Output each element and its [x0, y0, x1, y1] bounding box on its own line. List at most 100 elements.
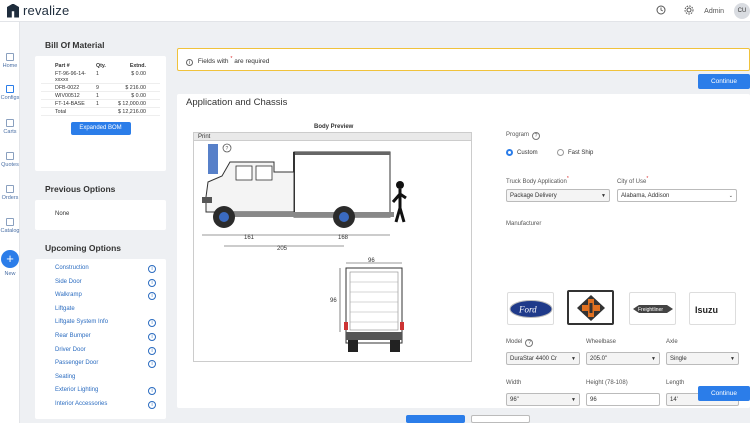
bom-table: Part # Qty. Extnd. FT-96-96-14-xxxxx 1 $ 0… — [41, 62, 160, 116]
bom-qty: 1 — [96, 70, 109, 84]
upcoming-option-label[interactable]: Liftgate — [55, 306, 75, 312]
chevron-down-icon: ⌄ — [728, 193, 733, 199]
list-item[interactable]: Interior Accessories i — [55, 400, 166, 415]
nav-carts[interactable]: Carts — [0, 119, 20, 135]
list-item[interactable]: Liftgate System Info i — [55, 319, 166, 333]
upcoming-option-label[interactable]: Passenger Door — [55, 360, 98, 366]
secondary-button-partial[interactable] — [471, 415, 530, 423]
radio-custom[interactable]: Custom — [506, 149, 538, 156]
clock-icon[interactable] — [656, 5, 666, 17]
list-item[interactable]: Seating — [55, 374, 166, 388]
upcoming-option-label[interactable]: Seating — [55, 374, 75, 380]
orders-icon — [6, 185, 14, 193]
city-value: Alabama, Addison — [621, 193, 670, 199]
upcoming-option-label[interactable]: Liftgate System Info — [55, 319, 108, 325]
axle-label: Axle — [666, 339, 678, 345]
bom-col-qty: Qty. — [96, 63, 106, 69]
upcoming-option-label[interactable]: Construction — [55, 265, 89, 271]
nav-quotes[interactable]: Quotes — [0, 152, 20, 168]
catalog-icon — [6, 218, 14, 226]
info-icon[interactable]: i — [148, 346, 156, 355]
gear-icon[interactable] — [684, 5, 694, 17]
width-label: Width — [506, 380, 522, 386]
info-icon[interactable]: i — [148, 400, 156, 409]
axle-select[interactable]: Single ▼ — [666, 352, 739, 365]
truck-body-select[interactable]: Package Delivery ▼ — [506, 189, 610, 202]
brand-logo[interactable]: revalize — [7, 3, 69, 18]
nav-configs[interactable]: Configs — [0, 85, 20, 101]
bom-qty: 1 — [96, 99, 109, 108]
continue-button-top[interactable]: Continue — [698, 74, 750, 89]
height-input[interactable]: 96 — [586, 393, 660, 406]
info-icon[interactable]: i — [148, 319, 156, 328]
back-button-partial[interactable] — [406, 415, 465, 423]
upcoming-option-label[interactable]: Interior Accessories — [55, 401, 107, 407]
bom-title: Bill Of Material — [45, 40, 105, 50]
upcoming-option-label[interactable]: Walkramp — [55, 292, 82, 298]
bom-qty: 9 — [96, 83, 109, 92]
wheelbase-select[interactable]: 205.0" ▼ — [586, 352, 660, 365]
list-item[interactable]: Walkramp i — [55, 292, 166, 306]
previous-options-title: Previous Options — [45, 184, 116, 194]
info-icon[interactable]: i — [148, 387, 156, 396]
new-button[interactable]: + — [1, 250, 19, 268]
continue-button-bottom[interactable]: Continue — [698, 386, 750, 401]
bom-total-value: $ 12,216.00 — [108, 107, 160, 116]
city-select[interactable]: Alabama, Addison ⌄ — [617, 189, 737, 202]
manufacturer-freightliner[interactable]: Freightliner — [629, 292, 676, 325]
top-right-controls: Admin CU — [656, 3, 750, 19]
upcoming-option-label[interactable]: Side Door — [55, 279, 82, 285]
radio-fast-ship[interactable]: Fast Ship — [557, 149, 593, 156]
list-item[interactable]: Side Door i — [55, 278, 166, 293]
bom-card: Part # Qty. Extnd. FT-96-96-14-xxxxx 1 $ 0… — [35, 56, 166, 171]
nav-label: Quotes — [1, 162, 19, 168]
bom-part: FT-14-BASE — [41, 99, 96, 108]
ford-logo-icon: Ford — [509, 299, 552, 318]
height-value: 96 — [590, 397, 597, 403]
dim-rear-width: 96 — [368, 258, 375, 264]
help-icon[interactable]: ? — [532, 132, 541, 140]
list-item[interactable]: Rear Bumper i — [55, 332, 166, 347]
expanded-bom-button[interactable]: Expanded BOM — [70, 122, 131, 135]
nav-orders[interactable]: Orders — [0, 185, 20, 201]
upcoming-option-label[interactable]: Exterior Lighting — [55, 387, 98, 393]
list-item[interactable]: Passenger Door i — [55, 360, 166, 374]
table-row: DFB-0022 9 $ 216.00 — [41, 83, 160, 92]
list-item[interactable]: Construction i — [55, 265, 166, 279]
info-icon[interactable]: i — [148, 360, 156, 369]
list-item[interactable]: Driver Door i — [55, 346, 166, 361]
manufacturer-ford[interactable]: Ford — [507, 292, 554, 325]
upcoming-option-label[interactable]: Driver Door — [55, 347, 86, 353]
quotes-icon — [6, 152, 14, 160]
bom-part: FT-96-96-14-xxxxx — [41, 70, 96, 84]
info-icon[interactable]: i — [148, 265, 156, 273]
nav-label: Home — [2, 63, 18, 69]
truck-rear-view: 96 96 — [330, 258, 404, 352]
chevron-down-icon: ▼ — [601, 193, 606, 199]
info-icon[interactable]: i — [148, 332, 156, 341]
top-bar: revalize Admin CU — [0, 0, 750, 22]
nav-label: Catalog — [0, 228, 20, 234]
manufacturer-international[interactable] — [567, 290, 614, 325]
manufacturer-isuzu[interactable]: Isuzu — [689, 292, 736, 325]
isuzu-logo-text: Isuzu — [695, 305, 718, 315]
list-item[interactable]: Exterior Lighting i — [55, 387, 166, 401]
width-select[interactable]: 96" ▼ — [506, 393, 580, 406]
ford-logo-text: Ford — [518, 304, 537, 314]
info-icon[interactable]: i — [148, 278, 156, 287]
preview-header-bar: Print — [194, 133, 471, 141]
nav-home[interactable]: Home — [0, 53, 20, 69]
upcoming-option-label[interactable]: Rear Bumper — [55, 333, 91, 339]
print-button[interactable]: Print — [198, 133, 210, 141]
list-item[interactable]: Liftgate — [55, 306, 166, 320]
help-icon[interactable]: ? — [525, 339, 534, 347]
info-icon[interactable]: i — [148, 292, 156, 301]
chevron-down-icon: ▼ — [571, 397, 576, 403]
svg-text:?: ? — [226, 146, 229, 152]
truck-body-label-text: Truck Body Application — [506, 179, 567, 185]
nav-catalog[interactable]: Catalog — [0, 218, 20, 234]
info-icon: i — [186, 59, 193, 67]
table-row: FT-96-96-14-xxxxx 1 $ 0.00 — [41, 70, 160, 84]
model-select[interactable]: DuraStar 4400 Cr ▼ — [506, 352, 580, 365]
avatar[interactable]: CU — [734, 3, 750, 19]
